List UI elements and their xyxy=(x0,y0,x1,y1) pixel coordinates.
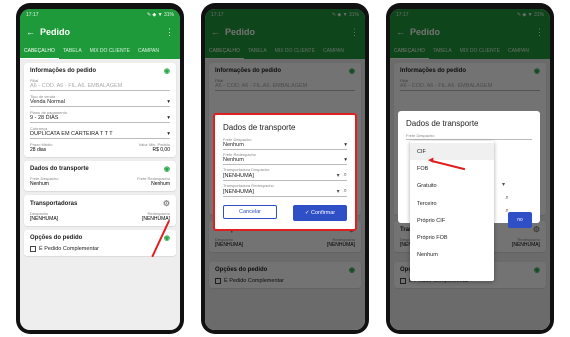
screen: 17:17 ✎ ◆ ▼ 31% ← Pedido ⋮ CABEÇALHO TAB… xyxy=(205,9,365,330)
dropdown-arrow-icon: ▾ xyxy=(167,131,170,137)
field-plano[interactable]: Plano de pagamento 9 - 28 DIAS ▾ xyxy=(30,110,170,123)
select-transportadora-despacho[interactable]: Transportadora Despacho [NENHUMA] ▾ ⌕ xyxy=(223,167,347,181)
tab-tabela[interactable]: TABELA xyxy=(59,43,86,59)
card-info-pedido: Informações do pedido ◉ Filial A6 - COD.… xyxy=(24,63,176,157)
field-value: Venda Normal xyxy=(30,99,65,105)
phone-screenshot-1: 17:17 ✎ ◆ ▼ 31% ← Pedido ⋮ CABEÇALHO TAB… xyxy=(16,3,184,334)
dropdown-arrow-icon: ▾ xyxy=(167,99,170,105)
dropdown-arrow-icon: ▾ xyxy=(336,189,340,195)
app-bar: ← Pedido ⋮ xyxy=(20,21,180,43)
checkbox-complementar[interactable]: É Pedido Complementar xyxy=(30,246,170,252)
cancel-button[interactable]: Cancelar xyxy=(223,205,277,219)
page-title: Pedido xyxy=(40,27,71,37)
field-filial[interactable]: Filial A6 - COD. A6 - FIL.A6. EMBALAGEM xyxy=(30,78,170,91)
frete-despacho-dropdown: CIF FOB Gratuito Terceiro Próprio CIF Pr… xyxy=(410,141,494,281)
back-arrow-icon[interactable]: ← xyxy=(26,27,40,37)
search-icon[interactable]: ⌕ xyxy=(344,188,347,195)
phone-screenshot-3: 17:17 ✎ ◆ ▼ 31% ← Pedido ⋮ CABEÇALHO TAB… xyxy=(386,3,554,334)
redespacho-value: [NENHUMA] xyxy=(141,216,170,222)
option-cif[interactable]: CIF xyxy=(410,143,494,161)
annotation-arrow-head: ◀ xyxy=(428,157,434,164)
eye-icon[interactable]: ◉ xyxy=(164,165,170,173)
option-gratuito[interactable]: Gratuito xyxy=(410,178,494,195)
dropdown-arrow-icon: ▾ xyxy=(344,142,347,148)
dialog-title: Dados de transporte xyxy=(223,123,296,132)
search-icon[interactable]: ⌕ xyxy=(502,192,508,205)
field-value: 9 - 28 DIAS xyxy=(30,115,59,121)
search-icon[interactable]: ⌕ xyxy=(502,205,508,218)
frete-despacho-value: Nenhum xyxy=(30,181,49,187)
checkbox-box[interactable] xyxy=(30,246,36,252)
field-value: A6 - COD. A6 - FIL.A6. EMBALAGEM xyxy=(30,83,123,89)
eye-icon[interactable]: ◉ xyxy=(164,67,170,75)
option-fob[interactable]: FOB xyxy=(410,160,494,177)
field-value: [NENHUMA] xyxy=(223,188,254,195)
dropdown-arrow-icon: ▾ xyxy=(344,157,347,163)
dropdown-arrow-icon: ▾ xyxy=(167,115,170,121)
tab-cabecalho[interactable]: CABEÇALHO xyxy=(20,43,59,59)
option-proprio-cif[interactable]: Próprio CIF xyxy=(410,212,494,229)
search-icon[interactable]: ⌕ xyxy=(344,172,347,179)
select-frete-redespacho[interactable]: Frete Redespacho Nenhum ▾ xyxy=(223,152,347,165)
gear-icon[interactable]: ⚙ xyxy=(163,199,170,208)
status-icons: ✎ ◆ ▼ 31% xyxy=(146,12,174,18)
field-value: DUPLICATA EM CARTEIRA T T T xyxy=(30,131,113,137)
field-value: Nenhum xyxy=(223,142,244,148)
confirm-label: Confirmar xyxy=(310,210,336,216)
screen: 17:17 ✎ ◆ ▼ 31% ← Pedido ⋮ CABEÇALHO TAB… xyxy=(390,9,550,330)
status-bar: 17:17 ✎ ◆ ▼ 31% xyxy=(20,9,180,21)
select-transportadora-redespacho[interactable]: Transportadora Redespacho [NENHUMA] ▾ ⌕ xyxy=(223,183,347,197)
despacho-value: [NENHUMA] xyxy=(30,216,59,222)
card-title: Opções do pedido xyxy=(30,235,83,241)
valor-value: R$ 0,00 xyxy=(152,147,170,153)
option-terceiro[interactable]: Terceiro xyxy=(410,195,494,212)
screen: 17:17 ✎ ◆ ▼ 31% ← Pedido ⋮ CABEÇALHO TAB… xyxy=(20,9,180,330)
option-proprio-fob[interactable]: Próprio FOB xyxy=(410,229,494,246)
checkbox-label: É Pedido Complementar xyxy=(39,246,99,252)
card-transportadoras: Transportadoras ⚙ Despacho[NENHUMA] Rede… xyxy=(24,195,176,226)
side-icons: ▾ ⌕ ⌕ xyxy=(502,179,509,218)
prazo-value: 28 dias xyxy=(30,147,47,153)
dialog-title: Dados de transporte xyxy=(406,119,479,128)
card-title: Dados do transporte xyxy=(30,166,89,172)
select-frete-despacho[interactable]: Frete Despacho xyxy=(406,133,532,140)
dropdown-arrow-icon: ▾ xyxy=(502,182,506,188)
tab-bar: CABEÇALHO TABELA MIX DO CLIENTE CAMPAN xyxy=(20,43,180,59)
content: Informações do pedido ◉ Filial A6 - COD.… xyxy=(20,59,180,330)
field-cobranca[interactable]: Cobrança DUPLICATA EM CARTEIRA T T T ▾ xyxy=(30,126,170,139)
more-vert-icon[interactable]: ⋮ xyxy=(165,27,174,38)
card-title: Transportadoras xyxy=(30,200,78,207)
field-value: [NENHUMA] xyxy=(223,172,254,179)
tab-mix-cliente[interactable]: MIX DO CLIENTE xyxy=(86,43,134,59)
confirm-button[interactable]: ✓ Confirmar xyxy=(293,205,347,221)
field-value: Nenhum xyxy=(223,157,244,163)
dropdown-arrow-icon: ▾ xyxy=(336,173,340,179)
transport-dialog: Dados de transporte Frete Despacho Nenhu… xyxy=(213,113,357,231)
phone-screenshot-2: 17:17 ✎ ◆ ▼ 31% ← Pedido ⋮ CABEÇALHO TAB… xyxy=(201,3,369,334)
card-title: Informações do pedido xyxy=(30,68,97,74)
option-nenhum[interactable]: Nenhum xyxy=(410,247,494,264)
status-time: 17:17 xyxy=(26,12,39,18)
card-transporte: Dados do transporte ◉ Frete Despacho Nenh… xyxy=(24,161,176,191)
field-label: Frete Despacho xyxy=(406,133,435,138)
frete-redespacho-value: Nenhum xyxy=(151,181,170,187)
select-frete-despacho[interactable]: Frete Despacho Nenhum ▾ xyxy=(223,137,347,150)
field-tipo-venda[interactable]: Tipo de venda Venda Normal ▾ xyxy=(30,94,170,107)
eye-icon[interactable]: ◉ xyxy=(164,234,170,242)
confirm-button-fragment[interactable]: no xyxy=(508,212,532,228)
tab-campanha[interactable]: CAMPAN xyxy=(134,43,163,59)
